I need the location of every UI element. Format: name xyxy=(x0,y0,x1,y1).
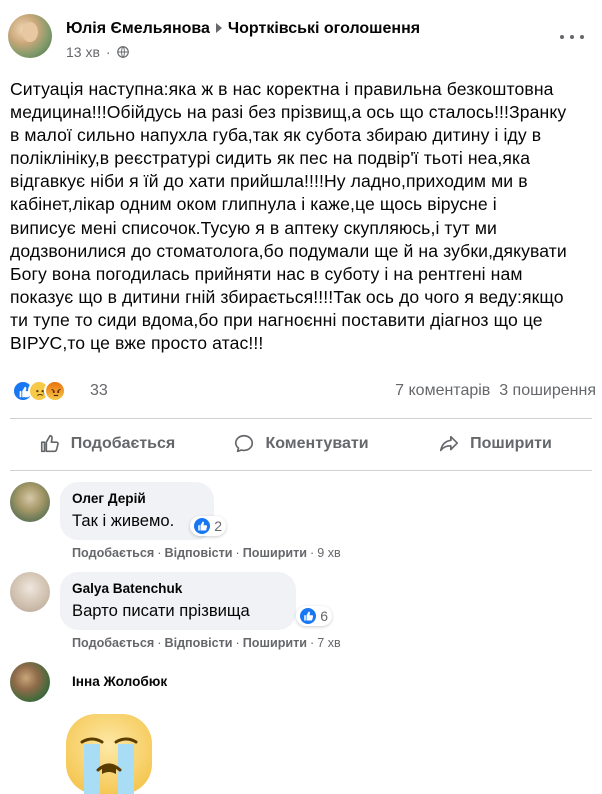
post-time[interactable]: 13 хв xyxy=(66,44,100,60)
commenter-name[interactable]: Інна Жолобюк xyxy=(72,674,167,689)
triangle-right-icon xyxy=(215,23,222,34)
angry-icon xyxy=(44,380,66,402)
author-line: Юлія Ємельянова Чортківські оголошення xyxy=(66,20,420,38)
commenter-name[interactable]: Galya Batenchuk xyxy=(72,580,284,597)
comment-button[interactable]: Коментувати xyxy=(204,424,398,464)
comment-share-link[interactable]: Поширити xyxy=(243,636,307,650)
like-icon xyxy=(300,608,317,624)
comment-reaction-badge[interactable]: 2 xyxy=(190,516,226,536)
share-arrow-icon xyxy=(440,435,459,452)
comment-actions: Подобається · Відповісти · Поширити · 9 хв xyxy=(72,546,341,560)
more-dot-icon xyxy=(580,35,584,39)
group-name[interactable]: Чортківські оголошення xyxy=(228,20,420,37)
comment-bubble: Galya Batenchuk Варто писати прізвища 6 xyxy=(60,572,332,630)
thumbs-up-icon xyxy=(40,434,59,453)
divider xyxy=(10,418,592,419)
comment-like-link[interactable]: Подобається xyxy=(72,636,154,650)
comment-reply-link[interactable]: Відповісти xyxy=(164,636,232,650)
reaction-icons[interactable] xyxy=(12,380,66,402)
comment-button-label: Коментувати xyxy=(265,435,369,452)
comment-time[interactable]: 7 хв xyxy=(317,636,341,650)
commenter-name[interactable]: Олег Дерій xyxy=(72,490,202,507)
comments-count-link[interactable]: 7 коментарів xyxy=(395,382,490,399)
post-actions-bar: Подобається Коментувати Поширити xyxy=(10,424,592,464)
comment-bubble: Олег Дерій Так і живемо. 2 xyxy=(60,482,226,540)
meta-dot: · xyxy=(105,44,111,60)
post-meta: 13 хв · xyxy=(66,44,129,60)
comment-reply-link[interactable]: Відповісти xyxy=(164,546,232,560)
more-dot-icon xyxy=(560,35,564,39)
like-icon xyxy=(194,518,211,534)
comment-like-count: 2 xyxy=(214,518,222,534)
comments-shares-summary: 7 коментарів 3 поширення xyxy=(395,382,596,400)
speech-bubble-icon xyxy=(235,434,254,453)
more-dot-icon xyxy=(570,35,574,39)
author-name[interactable]: Юлія Ємельянова xyxy=(66,20,210,37)
like-button-label: Подобається xyxy=(70,435,176,452)
comment-reaction-badge[interactable]: 6 xyxy=(296,606,332,626)
crying-face-sticker xyxy=(66,714,152,794)
post-header: Юлія Ємельянова Чортківські оголошення 13… xyxy=(8,14,594,64)
comment-like-link[interactable]: Подобається xyxy=(72,546,154,560)
share-button[interactable]: Поширити xyxy=(398,424,592,464)
post-body-text: Ситуація наступна:яка ж в нас коректна і… xyxy=(10,79,567,354)
comment-text: Варто писати прізвища xyxy=(72,601,250,620)
more-options-button[interactable] xyxy=(560,32,584,42)
divider xyxy=(10,470,592,471)
globe-icon xyxy=(116,46,129,58)
reactions-summary: 33 7 коментарів 3 поширення xyxy=(10,380,596,402)
like-button[interactable]: Подобається xyxy=(10,424,204,464)
reaction-count[interactable]: 33 xyxy=(90,382,108,400)
author-avatar[interactable] xyxy=(8,14,52,58)
comment-share-link[interactable]: Поширити xyxy=(243,546,307,560)
commenter-avatar[interactable] xyxy=(10,662,50,702)
shares-count-link[interactable]: 3 поширення xyxy=(499,382,596,399)
comment-like-count: 6 xyxy=(320,608,328,624)
comment-time[interactable]: 9 хв xyxy=(317,546,341,560)
share-button-label: Поширити xyxy=(470,435,552,452)
commenter-avatar[interactable] xyxy=(10,482,50,522)
comment-actions: Подобається · Відповісти · Поширити · 7 хв xyxy=(72,636,341,650)
comment-text: Так і живемо. xyxy=(72,511,175,530)
commenter-avatar[interactable] xyxy=(10,572,50,612)
